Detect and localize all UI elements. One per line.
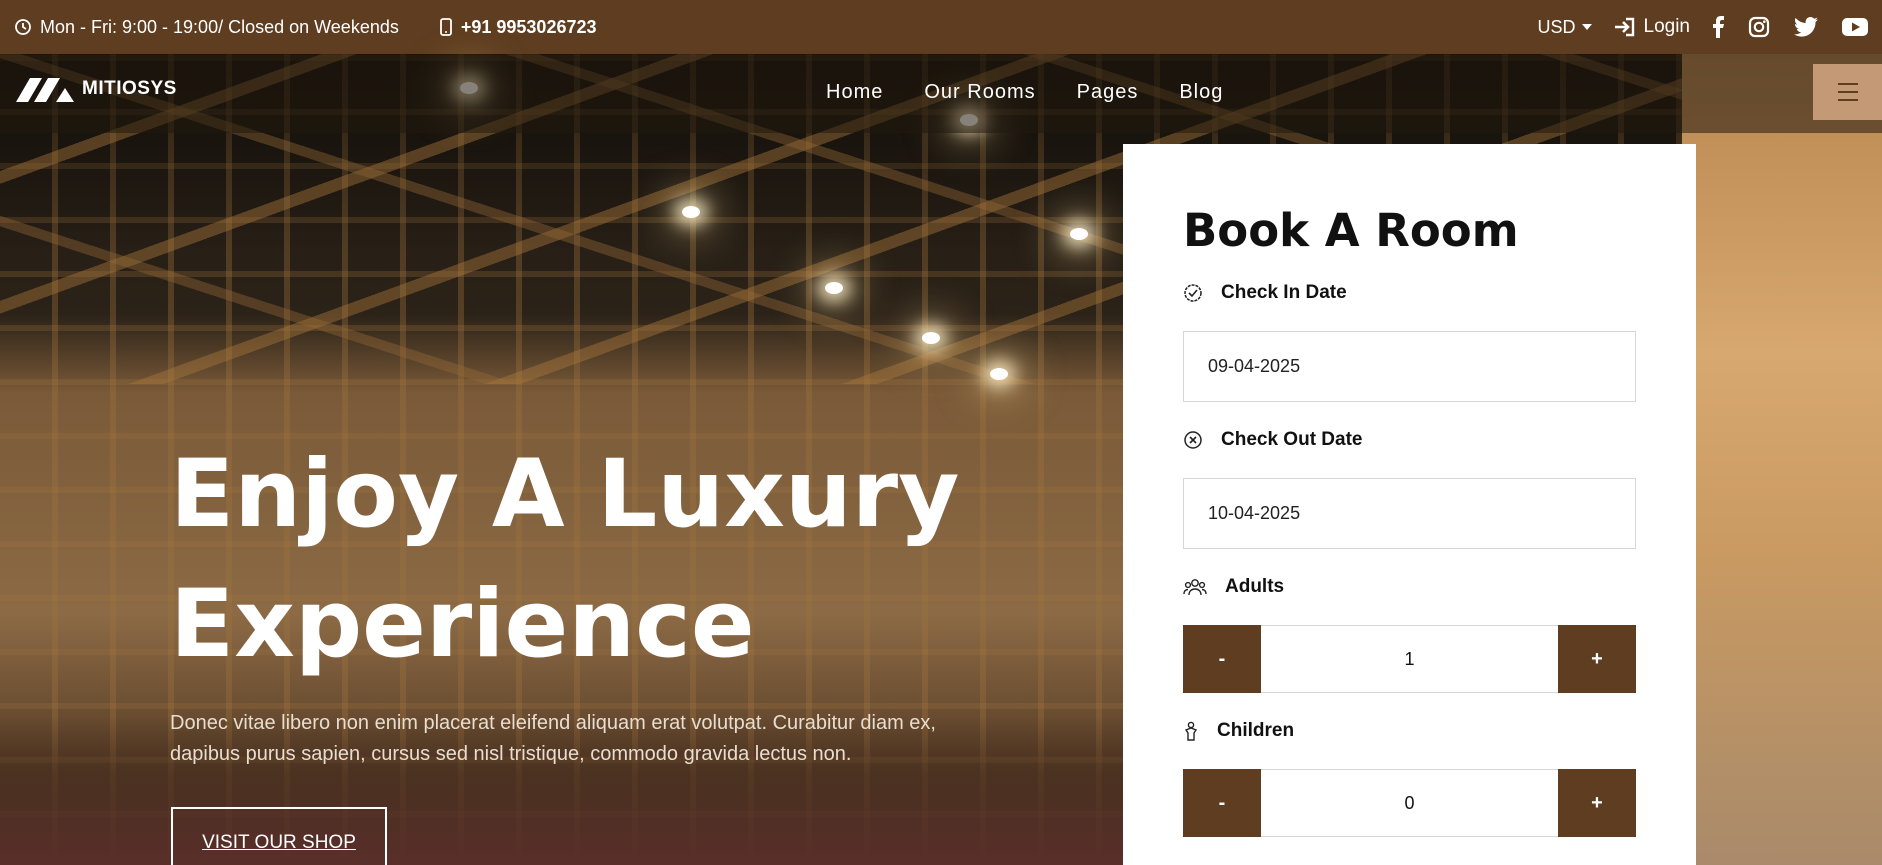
hero-subtext: Donec vitae libero non enim placerat ele… [170,712,936,765]
main-navbar: MITIOSYS Home Our Rooms Pages Blog [0,54,1882,133]
youtube-icon[interactable] [1842,17,1868,37]
instagram-icon[interactable] [1748,16,1770,38]
check-out-label-row: Check Out Date [1183,428,1636,452]
hero-headline: Enjoy A Luxury Experience [170,430,970,690]
check-circle-icon [1183,283,1203,303]
lobby-right-wall [1682,54,1882,865]
adults-decrement-button[interactable]: - [1183,625,1261,693]
mobile-phone-icon [439,18,453,36]
booking-title: Book A Room [1183,204,1519,257]
booking-panel: Book A Room Check In Date 09-04-2025 Che… [1123,144,1696,865]
children-label: Children [1217,720,1295,741]
top-info-bar: Mon - Fri: 9:00 - 19:00/ Closed on Weeke… [0,0,1882,54]
check-out-date-input[interactable]: 10-04-2025 [1183,478,1636,549]
visit-shop-button[interactable]: VISIT OUR SHOP [171,807,387,865]
twitter-icon[interactable] [1794,17,1818,37]
login-icon [1614,17,1636,37]
hamburger-icon [1837,83,1858,85]
caret-down-icon [1581,24,1592,30]
check-in-label: Check In Date [1221,282,1347,303]
adults-stepper: - 1 + [1183,625,1636,693]
check-out-label: Check Out Date [1221,429,1363,450]
ceiling-light [1070,228,1088,240]
hero-headline-line1: Enjoy A Luxury [170,440,960,549]
brand-name: MITIOSYS [82,78,177,99]
phone-info[interactable]: +91 9953026723 [439,17,597,38]
children-label-row: Children [1183,719,1636,743]
clock-icon [14,18,32,36]
hours-info: Mon - Fri: 9:00 - 19:00/ Closed on Weeke… [14,17,399,38]
adults-label-row: Adults [1183,575,1636,599]
adults-increment-button[interactable]: + [1558,625,1636,693]
ceiling-light [682,206,700,218]
check-in-date-input[interactable]: 09-04-2025 [1183,331,1636,402]
currency-value: USD [1537,16,1576,37]
adults-label: Adults [1225,576,1285,597]
children-increment-button[interactable]: + [1558,769,1636,837]
hamburger-icon-line [1837,99,1858,101]
currency-select[interactable]: USD [1537,16,1592,38]
nav-blog[interactable]: Blog [1179,81,1223,104]
nav-pages[interactable]: Pages [1077,81,1139,104]
login-label: Login [1643,16,1691,37]
x-circle-icon [1183,430,1203,450]
nav-home[interactable]: Home [826,81,883,104]
group-users-icon [1183,578,1207,596]
hours-text: Mon - Fri: 9:00 - 19:00/ Closed on Weeke… [40,16,399,37]
facebook-icon[interactable] [1712,16,1724,38]
primary-menu: Home Our Rooms Pages Blog [826,81,1223,104]
login-link[interactable]: Login [1614,16,1691,38]
check-in-label-row: Check In Date [1183,281,1636,305]
hamburger-icon-line [1837,91,1858,93]
nav-our-rooms[interactable]: Our Rooms [924,81,1035,104]
hamburger-menu-button[interactable] [1813,64,1882,120]
child-icon [1183,721,1199,741]
hero-headline-line2: Experience [170,570,755,679]
phone-number[interactable]: +91 9953026723 [461,17,597,38]
children-count[interactable]: 0 [1261,769,1558,837]
social-links [1712,16,1868,38]
adults-count[interactable]: 1 [1261,625,1558,693]
children-stepper: - 0 + [1183,769,1636,837]
children-decrement-button[interactable]: - [1183,769,1261,837]
ceiling-light [990,368,1008,380]
ceiling-light [922,332,940,344]
brand-logo[interactable]: MITIOSYS [16,76,177,102]
ceiling-light [825,282,843,294]
logo-mark-icon [16,76,74,102]
